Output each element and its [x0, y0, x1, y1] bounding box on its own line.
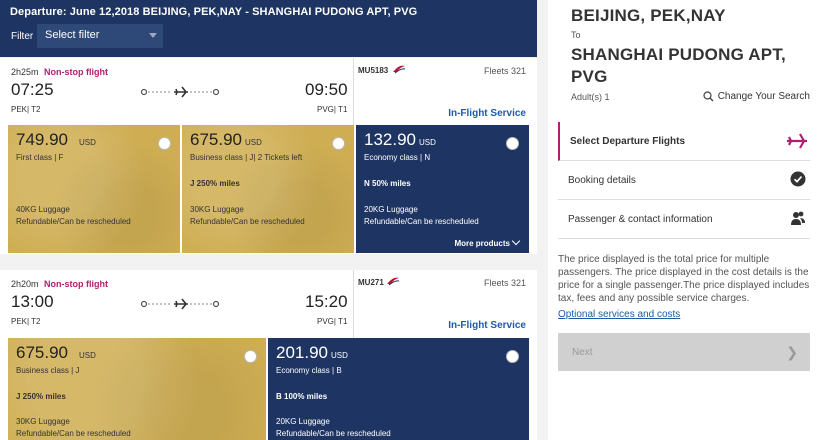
- flight-card-mu271: 2h20m Non-stop flight 13:00 15:20 PEK| T…: [0, 270, 537, 440]
- booking-summary-panel: BEIJING, PEK,NAY To SHANGHAI PUDONG APT,…: [548, 0, 820, 440]
- fare-business-class[interactable]: 675.90 USD Business class | J J 250% mil…: [8, 338, 266, 440]
- fare-currency: USD: [79, 138, 96, 147]
- fare-refund: Refundable/Can be rescheduled: [16, 429, 131, 438]
- flight-info: 2h25m Non-stop flight 07:25 09:50 PEK| T…: [0, 58, 537, 126]
- fare-class: Economy class | N: [364, 153, 431, 162]
- step-passenger-info[interactable]: Passenger & contact information: [558, 200, 810, 239]
- flight-info: 2h20m Non-stop flight 13:00 15:20 PEK| T…: [0, 270, 537, 338]
- fare-radio[interactable]: [332, 137, 345, 150]
- price-notice: The price displayed is the total price f…: [558, 254, 810, 304]
- filter-label: Filter: [11, 31, 34, 42]
- fare-miles: B 100% miles: [276, 392, 328, 401]
- fare-class: Economy class | B: [276, 366, 342, 375]
- departure-time: 07:25: [11, 80, 54, 99]
- fare-refund: Refundable/Can be rescheduled: [16, 217, 131, 226]
- divider: [353, 270, 354, 338]
- fare-radio[interactable]: [244, 350, 257, 363]
- optional-services-link[interactable]: Optional services and costs: [558, 309, 680, 320]
- fare-price: 132.90: [364, 130, 416, 149]
- fare-luggage: 20KG Luggage: [276, 417, 330, 426]
- departure-airport: PEK| T2: [11, 317, 41, 326]
- passenger-count: Adult(s) 1: [571, 92, 610, 102]
- change-search-label: Change Your Search: [717, 91, 810, 102]
- nonstop-label: Non-stop flight: [44, 67, 108, 77]
- nonstop-label: Non-stop flight: [44, 279, 108, 289]
- fare-price: 675.90: [16, 343, 68, 362]
- next-label: Next: [572, 347, 593, 358]
- fare-luggage: 30KG Luggage: [16, 417, 70, 426]
- fare-miles: J 250% miles: [190, 179, 240, 188]
- fare-radio[interactable]: [506, 137, 519, 150]
- fare-class: First class | F: [16, 153, 64, 162]
- flight-duration: 2h20m: [11, 279, 39, 289]
- fare-radio[interactable]: [158, 137, 171, 150]
- flight-number: MU271: [358, 278, 384, 287]
- fare-refund: Refundable/Can be rescheduled: [364, 217, 479, 226]
- more-products-link[interactable]: More products: [454, 236, 521, 248]
- fare-currency: USD: [419, 138, 436, 147]
- fare-radio[interactable]: [506, 350, 519, 363]
- fare-business-class[interactable]: 675.90 USD Business class | J| 2 Tickets…: [182, 125, 354, 253]
- to-label: To: [571, 30, 581, 40]
- fleet-type: Fleets 321: [483, 66, 526, 76]
- users-icon: [791, 211, 805, 225]
- fare-miles: N 50% miles: [364, 179, 411, 188]
- flight-search-header: Departure: June 12,2018 BEIJING, PEK,NAY…: [0, 0, 537, 57]
- check-circle-icon: [790, 171, 806, 187]
- fare-luggage: 30KG Luggage: [190, 205, 244, 214]
- chevron-right-icon: ❯: [786, 344, 798, 360]
- next-button[interactable]: Next ❯: [558, 333, 810, 371]
- change-search-link[interactable]: Change Your Search: [703, 91, 810, 102]
- chevron-down-icon: [511, 236, 521, 246]
- step-booking-details[interactable]: Booking details: [558, 161, 810, 200]
- inflight-service-link[interactable]: In-Flight Service: [448, 320, 526, 331]
- divider: [353, 58, 354, 126]
- filter-select-value: Select filter: [45, 29, 100, 41]
- filter-select[interactable]: Select filter: [37, 24, 163, 48]
- fare-currency: USD: [331, 351, 348, 360]
- step-label: Booking details: [568, 175, 636, 186]
- fare-price: 201.90: [276, 343, 328, 362]
- arrival-airport: PVG| T1: [317, 105, 348, 114]
- fare-currency: USD: [79, 351, 96, 360]
- fare-class: Business class | J| 2 Tickets left: [190, 153, 303, 162]
- step-label: Passenger & contact information: [568, 214, 713, 225]
- departure-time: 13:00: [11, 292, 54, 311]
- search-icon: [703, 91, 714, 102]
- booking-steps: Select Departure Flights Booking details…: [558, 122, 810, 239]
- fare-currency: USD: [245, 138, 262, 147]
- destination-city: SHANGHAI PUDONG APT, PVG: [571, 45, 786, 86]
- route-plane-icon: [140, 298, 220, 310]
- airline-logo-icon: [393, 65, 406, 74]
- route-title: Departure: June 12,2018 BEIJING, PEK,NAY…: [10, 6, 418, 18]
- fare-price: 675.90: [190, 130, 242, 149]
- more-products-label: More products: [454, 239, 510, 248]
- fleet-type: Fleets 321: [483, 278, 526, 288]
- fare-economy-class[interactable]: 201.90 USD Economy class | B B 100% mile…: [268, 338, 529, 440]
- route-plane-icon: [140, 86, 220, 98]
- fare-luggage: 20KG Luggage: [364, 205, 418, 214]
- fare-miles: J 250% miles: [16, 392, 66, 401]
- dropdown-arrow-icon: [149, 33, 157, 38]
- fare-first-class[interactable]: 749.90 USD First class | F 40KG Luggage …: [8, 125, 180, 253]
- arrival-time: 15:20: [305, 292, 348, 311]
- flight-duration: 2h25m: [11, 67, 39, 77]
- arrival-time: 09:50: [305, 80, 348, 99]
- arrival-airport: PVG| T1: [317, 317, 348, 326]
- flight-card-mu5183: 2h25m Non-stop flight 07:25 09:50 PEK| T…: [0, 58, 537, 254]
- fare-economy-class[interactable]: 132.90 USD Economy class | N N 50% miles…: [356, 125, 529, 253]
- step-label: Select Departure Flights: [570, 136, 686, 147]
- fare-class: Business class | J: [16, 366, 80, 375]
- airplane-icon: [787, 133, 807, 149]
- fare-price: 749.90: [16, 130, 68, 149]
- flight-number: MU5183: [358, 66, 389, 75]
- airline-logo-icon: [387, 277, 400, 286]
- fare-luggage: 40KG Luggage: [16, 205, 70, 214]
- fare-refund: Refundable/Can be rescheduled: [276, 429, 391, 438]
- departure-airport: PEK| T2: [11, 105, 41, 114]
- step-select-departure[interactable]: Select Departure Flights: [558, 122, 810, 161]
- inflight-service-link[interactable]: In-Flight Service: [448, 108, 526, 119]
- fare-refund: Refundable/Can be rescheduled: [190, 217, 305, 226]
- origin-city: BEIJING, PEK,NAY: [571, 6, 726, 25]
